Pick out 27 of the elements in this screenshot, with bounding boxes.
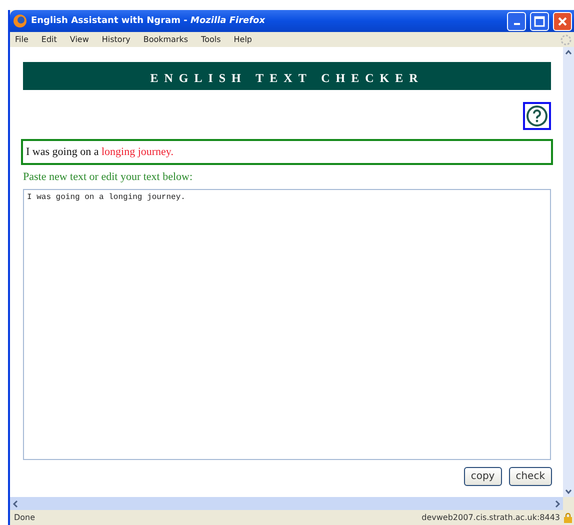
throbber-icon xyxy=(560,34,572,46)
help-icon xyxy=(526,105,548,127)
maximize-button[interactable] xyxy=(530,12,549,30)
menu-item[interactable]: History xyxy=(100,35,132,44)
menu-item[interactable]: Help xyxy=(232,35,254,44)
minimize-icon xyxy=(514,23,520,25)
status-text: Done xyxy=(14,513,36,522)
menu-item[interactable]: Bookmarks xyxy=(142,35,190,44)
menu-item[interactable]: Tools xyxy=(200,35,222,44)
action-button[interactable]: check xyxy=(508,467,552,486)
browser-logo-icon xyxy=(13,14,27,28)
menu-item[interactable]: Edit xyxy=(40,35,58,44)
maximize-icon xyxy=(534,16,545,26)
text-input[interactable]: I was going on a longing journey. xyxy=(23,189,551,460)
instruction-text: Paste new text or edit your text below: xyxy=(23,171,194,183)
minimize-button[interactable] xyxy=(507,12,526,30)
padlock-icon xyxy=(564,512,572,522)
help-button[interactable] xyxy=(523,102,551,130)
window-title: English Assistant with Ngram - Mozilla Firefox xyxy=(31,16,266,26)
menu-item[interactable]: View xyxy=(68,35,90,44)
status-url: devweb2007.cis.strath.ac.uk:8443 xyxy=(422,513,560,522)
page-banner: ENGLISH TEXT CHECKER xyxy=(23,62,551,90)
close-icon xyxy=(557,16,568,26)
close-button[interactable] xyxy=(553,12,572,30)
menu-item[interactable]: File xyxy=(14,35,30,44)
action-button[interactable]: copy xyxy=(464,467,502,486)
result-sentence: I was going on a longing journey. xyxy=(21,139,553,165)
